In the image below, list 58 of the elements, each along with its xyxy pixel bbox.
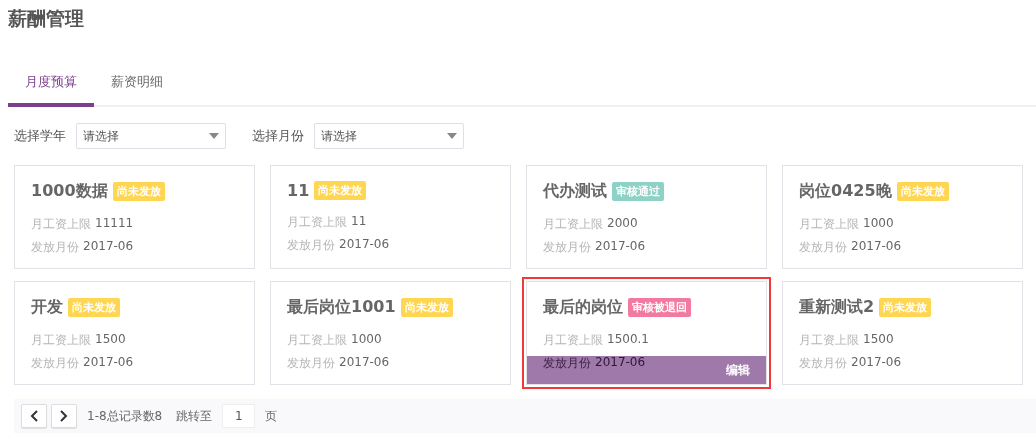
card-title: 最后岗位1001 bbox=[287, 297, 396, 318]
field-value: 2017-06 bbox=[595, 355, 646, 371]
field-value: 2017-06 bbox=[851, 239, 902, 255]
status-tag: 尚未发放 bbox=[896, 182, 949, 201]
card-title: 代办测试 bbox=[543, 181, 607, 202]
field-value: 11 bbox=[351, 214, 367, 230]
page-unit: 页 bbox=[265, 407, 278, 425]
field-value: 1500 bbox=[95, 332, 126, 348]
field-value: 1500.1 bbox=[607, 332, 649, 348]
field-label: 发放月份 bbox=[799, 355, 847, 372]
card-title: 岗位0425晚 bbox=[799, 181, 892, 202]
field-label: 发放月份 bbox=[543, 355, 591, 372]
chevron-left-icon bbox=[30, 410, 38, 422]
field-value: 2017-06 bbox=[595, 239, 646, 255]
status-tag: 尚未发放 bbox=[314, 181, 367, 200]
card-title: 重新测试2 bbox=[799, 297, 875, 318]
filter-label: 选择月份 bbox=[252, 127, 304, 145]
page-title: 薪酬管理 bbox=[7, 6, 85, 31]
status-tag: 尚未发放 bbox=[68, 298, 120, 317]
field-value: 2017-06 bbox=[83, 239, 134, 255]
field-label: 发放月份 bbox=[287, 237, 335, 254]
previous-button[interactable] bbox=[21, 404, 47, 428]
caret-icon bbox=[209, 133, 219, 139]
card-title: 最后的岗位 bbox=[543, 297, 623, 318]
caret-icon bbox=[447, 133, 457, 139]
tab[interactable]: 月度预算 bbox=[8, 73, 94, 107]
select-field[interactable]: 请选择 bbox=[314, 123, 464, 149]
card-title: 1000数据 bbox=[31, 181, 108, 202]
field-value: 1500 bbox=[863, 332, 894, 348]
field-value: 1000 bbox=[351, 332, 382, 348]
card-title: 11 bbox=[287, 181, 310, 200]
status-tag: 审核被退回 bbox=[628, 298, 691, 317]
card-title: 开发 bbox=[31, 297, 63, 318]
field-value: 2017-06 bbox=[851, 355, 902, 371]
field-label: 发放月份 bbox=[31, 239, 79, 256]
edit-button[interactable]: 编辑 bbox=[726, 361, 750, 379]
field-value: 2017-06 bbox=[83, 355, 134, 371]
field-value: 2000 bbox=[607, 216, 638, 232]
next-button[interactable] bbox=[51, 404, 77, 428]
field-value: 2017-06 bbox=[339, 237, 390, 253]
field-label: 发放月份 bbox=[543, 239, 591, 256]
page-input[interactable]: 1 bbox=[222, 404, 256, 428]
field-value: 11111 bbox=[95, 216, 134, 232]
status-tag: 尚未发放 bbox=[400, 298, 453, 317]
field-value: 1000 bbox=[863, 216, 894, 232]
jump-label: 跳转至 bbox=[176, 407, 213, 425]
select-field[interactable]: 请选择 bbox=[76, 123, 226, 149]
field-label: 发放月份 bbox=[31, 355, 79, 372]
chevron-right-icon bbox=[60, 410, 68, 422]
field-label: 发放月份 bbox=[799, 239, 847, 256]
field-value: 2017-06 bbox=[339, 355, 390, 371]
status-tag: 审核通过 bbox=[612, 182, 664, 201]
tab[interactable]: 薪资明细 bbox=[94, 73, 180, 107]
filter-label: 选择学年 bbox=[14, 127, 66, 145]
field-label: 发放月份 bbox=[287, 355, 335, 372]
status-tag: 尚未发放 bbox=[879, 298, 932, 317]
record-count: 1-8总记录数8 bbox=[87, 407, 163, 425]
status-tag: 尚未发放 bbox=[112, 182, 165, 201]
